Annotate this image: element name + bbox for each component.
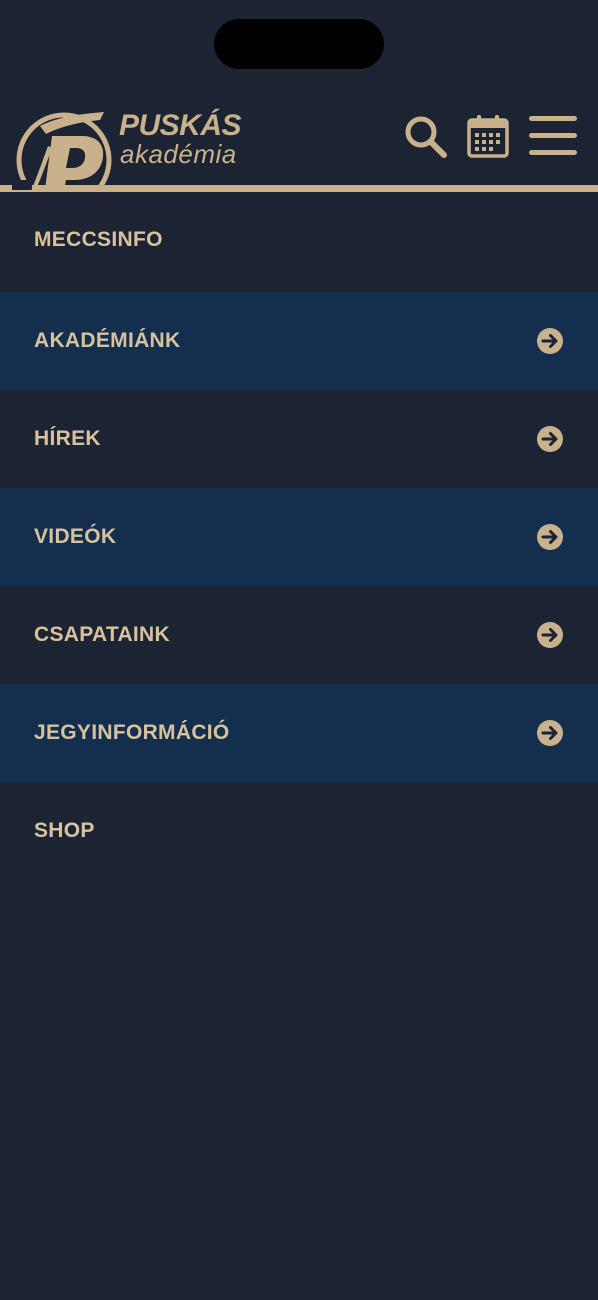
- brand-subtitle: akadémia: [120, 139, 237, 169]
- nav-item-meccsinfo[interactable]: MECCSINFO: [0, 192, 598, 292]
- arrow-right-circle-icon: [536, 523, 564, 551]
- nav-item-jegyinformacio[interactable]: JEGYINFORMÁCIÓ: [0, 684, 598, 782]
- arrow-right-circle-icon: [536, 425, 564, 453]
- brand-name: PUSKÁS: [119, 109, 242, 142]
- nav-item-label: MECCSINFO: [34, 228, 163, 251]
- arrow-right-circle-icon: [536, 327, 564, 355]
- menu-button[interactable]: [527, 113, 579, 159]
- nav-item-videok[interactable]: VIDEÓK: [0, 488, 598, 586]
- nav-item-shop[interactable]: SHOP: [0, 782, 598, 880]
- nav-item-label: CSAPATAINK: [34, 623, 170, 646]
- calendar-button[interactable]: [466, 113, 510, 159]
- nav-item-label: SHOP: [34, 819, 95, 842]
- arrow-right-circle-icon: [536, 621, 564, 649]
- nav-item-hirek[interactable]: HÍREK: [0, 390, 598, 488]
- nav-item-label: VIDEÓK: [34, 525, 117, 548]
- search-icon: [405, 116, 447, 158]
- arrow-right-circle-icon: [536, 719, 564, 747]
- nav-item-label: HÍREK: [34, 427, 101, 450]
- nav-item-akademiank[interactable]: AKADÉMIÁNK: [0, 292, 598, 390]
- site-header: PUSKÁS akadémia: [0, 0, 598, 215]
- nav-item-csapataink[interactable]: CSAPATAINK: [0, 586, 598, 684]
- hamburger-menu-icon: [529, 116, 577, 155]
- main-navigation: MECCSINFO AKADÉMIÁNK HÍREK VIDEÓK CSAPAT…: [0, 192, 598, 880]
- nav-item-label: JEGYINFORMÁCIÓ: [34, 721, 230, 744]
- search-button[interactable]: [403, 113, 449, 159]
- nav-item-label: AKADÉMIÁNK: [34, 329, 181, 352]
- calendar-icon: [467, 115, 509, 158]
